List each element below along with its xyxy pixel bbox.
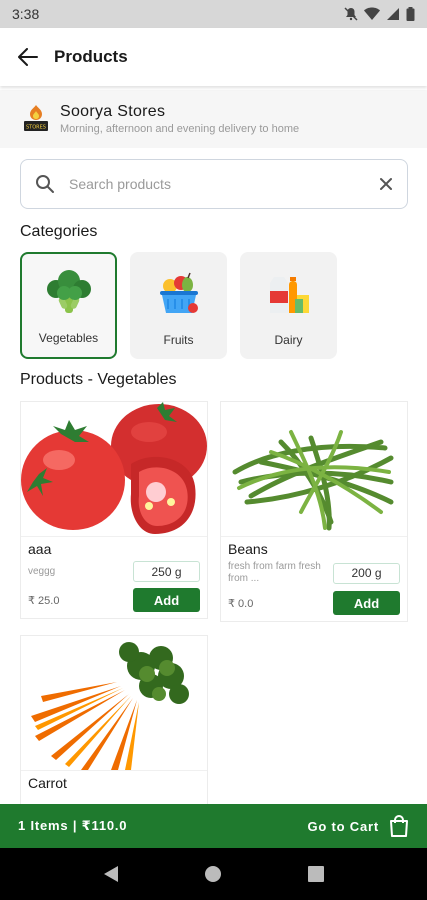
product-meta-row: veggg 250 g (28, 561, 200, 582)
product-description: fresh from farm fresh from ... (228, 561, 321, 584)
broccoli-icon (46, 270, 91, 313)
store-name: Soorya Stores (60, 103, 166, 120)
clear-icon[interactable] (379, 177, 393, 191)
square-recents-icon (307, 866, 324, 882)
beans-image (221, 402, 407, 536)
shopping-bag-icon (390, 815, 408, 837)
triangle-back-icon (104, 866, 119, 882)
product-card[interactable]: Carrot (20, 635, 208, 805)
app-bar: Products (0, 28, 427, 86)
product-info: Carrot (21, 770, 207, 801)
nav-home-button[interactable] (198, 859, 228, 889)
arrow-left-icon (18, 48, 38, 66)
search-bar (20, 159, 408, 209)
products-heading: Products - Vegetables (20, 371, 177, 388)
fruit-basket-icon (159, 272, 198, 313)
mute-bell-icon (344, 7, 358, 21)
product-name: Beans (228, 541, 268, 557)
product-price: ₹ 0.0 (228, 597, 254, 610)
store-logo: STORES (24, 105, 48, 131)
product-name: Carrot (28, 775, 67, 791)
status-bar: 3:38 (0, 0, 427, 28)
quantity-badge: 200 g (333, 562, 400, 584)
wifi-icon (364, 7, 380, 20)
category-list: Vegetables Fruits Dairy (20, 252, 337, 359)
category-label: Vegetables (38, 331, 99, 345)
product-name: aaa (28, 541, 52, 557)
page-title: Products (54, 47, 128, 66)
cart-bar[interactable]: 1 Items | ₹110.0 Go to Cart (0, 804, 427, 848)
category-fruits[interactable]: Fruits (130, 252, 227, 359)
store-description: Morning, afternoon and evening delivery … (60, 123, 300, 135)
nav-recents-button[interactable] (301, 859, 331, 889)
add-button[interactable]: Add (333, 591, 400, 615)
product-price-row: ₹ 0.0 Add (228, 591, 400, 615)
store-header: STORES Soorya Stores Morning, afternoon … (0, 90, 427, 148)
product-info: aaa veggg 250 g ₹ 25.0 Add (21, 536, 207, 618)
product-price-row: ₹ 25.0 Add (28, 588, 200, 612)
carrot-image (21, 636, 207, 770)
tomato-image (21, 402, 207, 536)
status-time: 3:38 (12, 6, 40, 22)
system-nav-bar (0, 848, 427, 900)
signal-icon (387, 8, 399, 20)
status-icons (344, 7, 415, 21)
category-label: Fruits (163, 333, 194, 347)
product-price: ₹ 25.0 (28, 594, 60, 607)
dairy-products-icon (269, 277, 309, 313)
categories-heading: Categories (20, 223, 98, 240)
circle-home-icon (205, 866, 222, 882)
category-vegetables[interactable]: Vegetables (20, 252, 117, 359)
go-to-cart-label: Go to Cart (307, 818, 379, 834)
nav-back-button[interactable] (96, 859, 126, 889)
back-button[interactable] (16, 45, 40, 69)
product-description: veggg (28, 565, 56, 577)
add-button[interactable]: Add (133, 588, 200, 612)
category-dairy[interactable]: Dairy (240, 252, 337, 359)
cart-summary: 1 Items | ₹110.0 (18, 818, 128, 833)
product-meta-row: fresh from farm fresh from ... 200 g (228, 561, 400, 585)
store-text: Soorya Stores Morning, afternoon and eve… (60, 103, 299, 135)
svg-text:STORES: STORES (26, 125, 46, 131)
quantity-badge: 250 g (133, 561, 200, 582)
product-info: Beans fresh from farm fresh from ... 200… (221, 536, 407, 621)
product-card[interactable]: Beans fresh from farm fresh from ... 200… (220, 401, 408, 622)
search-icon (36, 175, 54, 193)
go-to-cart-button[interactable]: Go to Cart (307, 815, 409, 837)
battery-icon (406, 7, 415, 21)
category-label: Dairy (274, 333, 303, 347)
search-input[interactable] (69, 176, 379, 192)
product-card[interactable]: aaa veggg 250 g ₹ 25.0 Add (20, 401, 208, 619)
